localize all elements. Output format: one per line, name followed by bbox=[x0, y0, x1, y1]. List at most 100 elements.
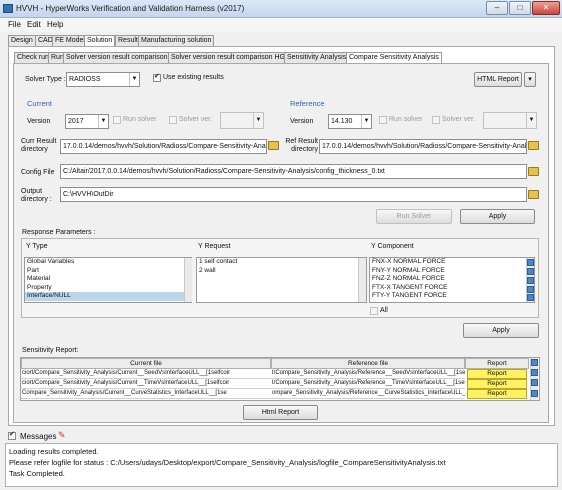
messages-label: Messages bbox=[20, 432, 57, 441]
current-heading: Current bbox=[27, 99, 53, 108]
config-file-label: Config File bbox=[21, 169, 55, 176]
messages-toggle-checkbox[interactable] bbox=[8, 430, 16, 440]
scroll-thumb[interactable] bbox=[531, 379, 538, 386]
message-line: Please refer logfile for status : C:/Use… bbox=[9, 458, 446, 467]
table-cell-reference: t/Compare_Sensitivity_Analysis/Reference… bbox=[271, 369, 465, 379]
folder-icon[interactable] bbox=[528, 190, 539, 199]
list-item[interactable]: FNZ-Z NORMAL FORCE bbox=[370, 275, 534, 284]
reference-solver-ver-checkbox[interactable] bbox=[432, 116, 440, 124]
solver-type-select[interactable]: RADIOSS ▼ bbox=[66, 72, 140, 87]
scroll-up-icon[interactable] bbox=[527, 259, 534, 266]
menu-edit[interactable]: Edit bbox=[27, 20, 41, 29]
reference-solver-ver-label: Solver ver. bbox=[442, 116, 476, 123]
response-apply-button[interactable]: Apply bbox=[463, 323, 539, 338]
curr-result-label: Curr Result directory bbox=[21, 138, 57, 153]
table-cell-reference: t/Compare_Sensitivity_Analysis/Reference… bbox=[271, 379, 465, 389]
maximize-button[interactable]: □ bbox=[509, 1, 531, 15]
current-solver-ver-select[interactable]: ▼ bbox=[220, 112, 264, 129]
config-file-input[interactable]: C:/Altair/2017.0.0.14/demos/hvvh/Solutio… bbox=[60, 164, 527, 179]
minimize-button[interactable]: – bbox=[486, 1, 508, 15]
report-button[interactable]: Report bbox=[467, 389, 527, 399]
reference-run-solver-label: Run solver bbox=[389, 116, 423, 123]
scroll-thumb[interactable] bbox=[527, 268, 534, 275]
message-line: Loading results completed. bbox=[9, 447, 99, 456]
y-type-label: Y Type bbox=[26, 243, 48, 250]
list-item[interactable]: Part bbox=[25, 267, 191, 276]
y-component-scrollbar[interactable] bbox=[526, 258, 534, 302]
folder-icon[interactable] bbox=[268, 141, 279, 150]
list-item[interactable]: Global Variables bbox=[25, 258, 191, 267]
y-component-list[interactable]: FNX-X NORMAL FORCE FNY-Y NORMAL FORCE FN… bbox=[369, 257, 535, 303]
y-type-list[interactable]: Global Variables Part Material Property … bbox=[24, 257, 192, 303]
y-type-scrollbar[interactable] bbox=[184, 258, 192, 302]
list-item[interactable]: 2 wall bbox=[197, 267, 366, 276]
column-header-reference-file: Reference file bbox=[271, 358, 465, 369]
ref-result-label: Ref Result directory bbox=[285, 138, 318, 153]
html-report-top-button[interactable]: HTML Report bbox=[474, 72, 522, 87]
menu-help[interactable]: Help bbox=[47, 20, 63, 29]
current-run-solver-checkbox[interactable] bbox=[113, 116, 121, 124]
reference-version-label: Version bbox=[290, 118, 314, 125]
list-item[interactable]: FNY-Y NORMAL FORCE bbox=[370, 267, 534, 276]
folder-icon[interactable] bbox=[528, 167, 539, 176]
output-directory-input[interactable]: C:\HVVH\OutDir bbox=[60, 187, 527, 202]
chevron-down-icon: ▼ bbox=[98, 115, 108, 128]
all-checkbox[interactable] bbox=[370, 307, 378, 315]
list-item[interactable]: Property bbox=[25, 284, 191, 293]
sensitivity-report-heading: Sensitivity Report: bbox=[22, 347, 79, 354]
scroll-thumb[interactable] bbox=[527, 286, 534, 293]
chevron-down-icon: ▼ bbox=[361, 115, 371, 128]
y-request-list[interactable]: 1 self contact 2 wall bbox=[196, 257, 367, 303]
scroll-thumb[interactable] bbox=[531, 369, 538, 376]
list-item[interactable]: FTY-Y TANGENT FORCE bbox=[370, 292, 534, 301]
current-solver-ver-checkbox[interactable] bbox=[169, 116, 177, 124]
list-item[interactable]: FTX-X TANGENT FORCE bbox=[370, 284, 534, 293]
table-cell-current: ciort/Compare_Sensitivity_Analysis/Curre… bbox=[21, 379, 271, 389]
reference-solver-ver-select[interactable]: ▼ bbox=[483, 112, 537, 129]
list-item[interactable]: Material bbox=[25, 275, 191, 284]
message-line: Task Completed. bbox=[9, 469, 65, 478]
solver-type-value: RADIOSS bbox=[69, 76, 101, 83]
curr-result-directory-input[interactable]: 17.0.0.14/demos/hvvh/Solution/Radioss/Co… bbox=[60, 139, 267, 154]
reference-version-value: 14.130 bbox=[331, 118, 353, 125]
chevron-down-icon: ▼ bbox=[129, 73, 139, 86]
scroll-down-icon[interactable] bbox=[527, 294, 534, 301]
use-existing-checkbox[interactable] bbox=[153, 72, 161, 82]
messages-panel: Loading results completed. Please refer … bbox=[5, 443, 558, 487]
scroll-up-icon[interactable] bbox=[531, 359, 538, 366]
column-header-current-file: Current file bbox=[21, 358, 271, 369]
close-button[interactable]: ✕ bbox=[532, 1, 560, 15]
report-button[interactable]: Report bbox=[467, 379, 527, 389]
table-cell-reference: ompare_Sensitivity_Analysis/Reference__C… bbox=[271, 389, 465, 399]
sensitivity-scrollbar[interactable] bbox=[530, 358, 538, 400]
current-version-value: 2017 bbox=[68, 118, 84, 125]
app-icon bbox=[3, 4, 13, 13]
menu-file[interactable]: File bbox=[8, 20, 21, 29]
html-report-button[interactable]: Html Report bbox=[243, 405, 318, 420]
chevron-down-icon: ▼ bbox=[526, 113, 536, 128]
apply-button[interactable]: Apply bbox=[460, 209, 535, 224]
run-solver-button[interactable]: Run Solver bbox=[376, 209, 452, 224]
y-request-scrollbar[interactable] bbox=[358, 258, 366, 302]
response-parameters-heading: Response Parameters : bbox=[22, 229, 96, 236]
list-item[interactable]: FNX-X NORMAL FORCE bbox=[370, 258, 534, 267]
column-header-report: Report bbox=[465, 358, 529, 369]
list-item-selected[interactable]: Interface/NULL bbox=[25, 292, 191, 301]
clear-messages-icon[interactable]: ✎ bbox=[58, 430, 66, 441]
all-label: All bbox=[380, 307, 388, 314]
ref-result-directory-input[interactable]: 17.0.0.14/demos/hvvh/Solution/Radioss/Co… bbox=[319, 139, 527, 154]
reference-run-solver-checkbox[interactable] bbox=[379, 116, 387, 124]
html-report-dropdown-button[interactable]: ▾ bbox=[524, 72, 536, 87]
y-component-label: Y Component bbox=[371, 243, 414, 250]
scroll-down-icon[interactable] bbox=[531, 390, 538, 397]
menu-bar: File Edit Help bbox=[0, 18, 562, 32]
list-item[interactable]: 1 self contact bbox=[197, 258, 366, 267]
current-version-select[interactable]: 2017 ▼ bbox=[65, 114, 109, 129]
table-cell-current: Compare_Sensitivity_Analysis/Current__Cu… bbox=[21, 389, 271, 399]
solver-type-label: Solver Type : bbox=[25, 76, 66, 83]
y-request-label: Y Request bbox=[198, 243, 231, 250]
report-button[interactable]: Report bbox=[467, 369, 527, 379]
folder-icon[interactable] bbox=[528, 141, 539, 150]
scroll-thumb[interactable] bbox=[527, 277, 534, 284]
reference-version-select[interactable]: 14.130 ▼ bbox=[328, 114, 372, 129]
